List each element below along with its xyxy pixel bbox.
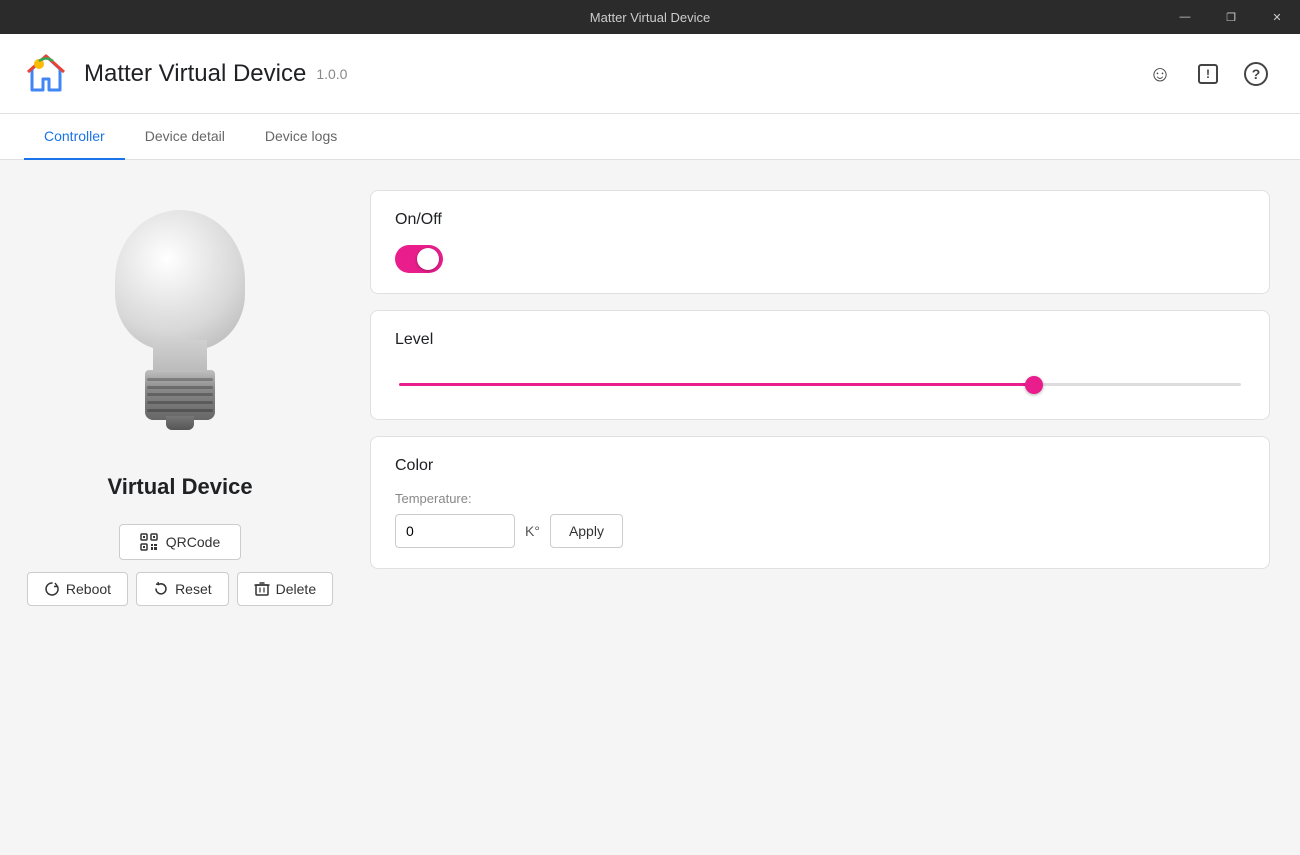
action-row: Reboot Reset <box>27 572 333 606</box>
right-panel: On/Off Level Color Temperature: K <box>370 190 1270 825</box>
base-ring-5 <box>147 409 213 412</box>
app-version: 1.0.0 <box>316 66 347 82</box>
title-bar: Matter Virtual Device — ❐ ✕ <box>0 0 1300 34</box>
reset-label: Reset <box>175 581 212 597</box>
reboot-icon <box>44 581 60 597</box>
temp-unit: K° <box>525 523 540 539</box>
device-name: Virtual Device <box>107 474 252 500</box>
alert-button[interactable]: ! <box>1188 54 1228 94</box>
app-title: Matter Virtual Device <box>84 60 306 88</box>
onoff-toggle[interactable] <box>395 245 443 273</box>
apply-button[interactable]: Apply <box>550 514 623 548</box>
color-title: Color <box>395 457 1245 475</box>
close-button[interactable]: ✕ <box>1254 0 1300 34</box>
action-buttons: QRCode Reboot <box>30 524 330 606</box>
qrcode-label: QRCode <box>166 534 220 550</box>
color-card: Color Temperature: K° Apply <box>370 436 1270 569</box>
emoji-button[interactable]: ☺ <box>1140 54 1180 94</box>
tab-controller[interactable]: Controller <box>24 114 125 160</box>
bulb-tip <box>166 416 194 430</box>
bulb-globe <box>115 210 245 350</box>
help-icon: ? <box>1244 62 1268 86</box>
app-logo <box>24 52 68 96</box>
emoji-icon: ☺ <box>1149 61 1171 87</box>
base-ring-2 <box>147 386 213 389</box>
reboot-label: Reboot <box>66 581 111 597</box>
level-card: Level <box>370 310 1270 420</box>
delete-icon <box>254 581 270 597</box>
title-bar-text: Matter Virtual Device <box>590 10 710 25</box>
app-header: Matter Virtual Device 1.0.0 ☺ ! ? <box>0 34 1300 114</box>
delete-button[interactable]: Delete <box>237 572 333 606</box>
base-ring-1 <box>147 378 213 381</box>
onoff-card: On/Off <box>370 190 1270 294</box>
base-ring-3 <box>147 393 213 396</box>
left-panel: Virtual Device QRCode <box>30 190 330 825</box>
base-ring-4 <box>147 401 213 404</box>
main-content: Virtual Device QRCode <box>0 160 1300 855</box>
slider-container <box>395 365 1245 399</box>
bulb-base <box>145 370 215 420</box>
reset-button[interactable]: Reset <box>136 572 229 606</box>
header-icons: ☺ ! ? <box>1140 54 1276 94</box>
bulb-image <box>95 210 265 450</box>
toggle-thumb <box>417 248 439 270</box>
tab-device-logs[interactable]: Device logs <box>245 114 357 160</box>
minimize-button[interactable]: — <box>1162 0 1208 34</box>
temp-label: Temperature: <box>395 491 1245 506</box>
maximize-button[interactable]: ❐ <box>1208 0 1254 34</box>
tab-device-detail[interactable]: Device detail <box>125 114 245 160</box>
color-temp-row: K° Apply <box>395 514 1245 548</box>
delete-label: Delete <box>276 581 316 597</box>
reboot-button[interactable]: Reboot <box>27 572 128 606</box>
app-window: Matter Virtual Device 1.0.0 ☺ ! ? Contro… <box>0 34 1300 855</box>
alert-icon: ! <box>1198 64 1218 84</box>
level-slider[interactable] <box>399 383 1241 386</box>
qr-icon <box>140 533 158 551</box>
onoff-title: On/Off <box>395 211 1245 229</box>
level-title: Level <box>395 331 1245 349</box>
reset-icon <box>153 581 169 597</box>
window-controls: — ❐ ✕ <box>1162 0 1300 34</box>
qrcode-button[interactable]: QRCode <box>119 524 241 560</box>
temp-input[interactable] <box>395 514 515 548</box>
help-button[interactable]: ? <box>1236 54 1276 94</box>
tabs-bar: Controller Device detail Device logs <box>0 114 1300 160</box>
